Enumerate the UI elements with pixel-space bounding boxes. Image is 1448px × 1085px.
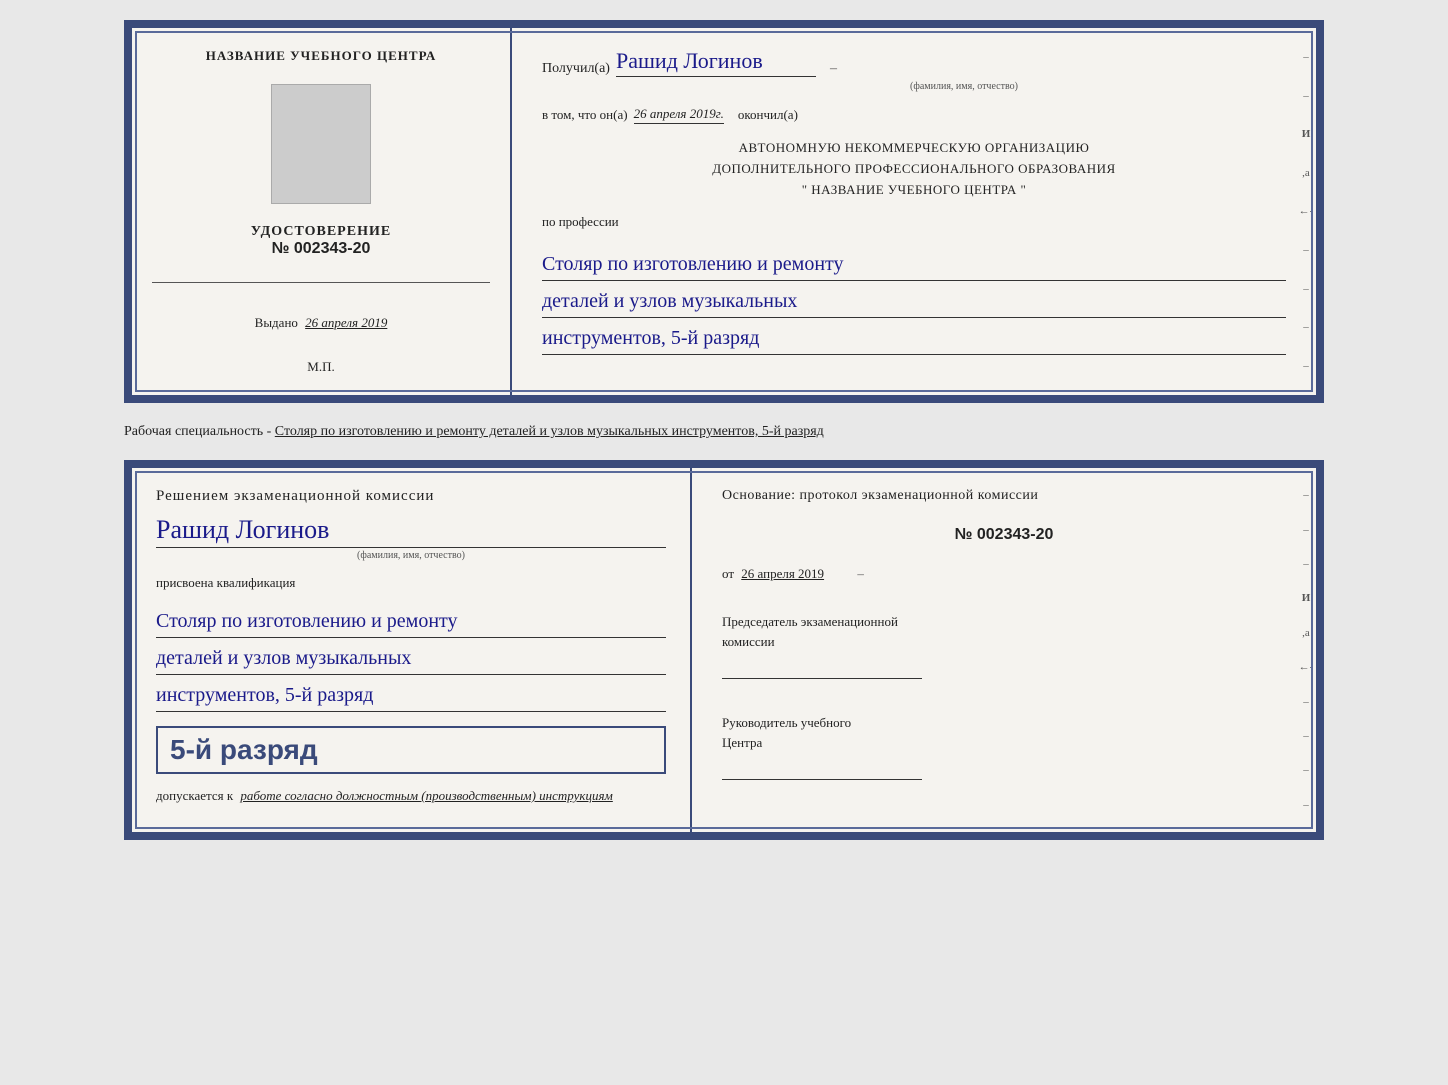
rukovoditel-block: Руководитель учебного Центра xyxy=(722,713,1286,780)
org-block: АВТОНОМНУЮ НЕКОММЕРЧЕСКУЮ ОРГАНИЗАЦИЮ ДО… xyxy=(542,138,1286,200)
rukovoditel-title2: Центра xyxy=(722,733,1286,753)
school-title-left: НАЗВАНИЕ УЧЕБНОГО ЦЕНТРА xyxy=(206,48,437,64)
qualification-lines-bottom: Столяр по изготовлению и ремонту деталей… xyxy=(156,601,666,712)
po-professii-label: по профессии xyxy=(542,214,1286,230)
predsedatel-signature xyxy=(722,655,922,679)
fio-hint-top: (фамилия, имя, отчество) xyxy=(642,81,1286,92)
predsedatel-title1: Председатель экзаменационной xyxy=(722,612,1286,632)
cert-top-right: Получил(а) Рашид Логинов – (фамилия, имя… xyxy=(512,28,1316,395)
cert-bottom-left: Решением экзаменационной комиссии Рашид … xyxy=(132,468,692,832)
mp-line: М.П. xyxy=(307,359,334,375)
vydano-line: Выдано 26 апреля 2019 xyxy=(255,315,388,331)
org-line2: ДОПОЛНИТЕЛЬНОГО ПРОФЕССИОНАЛЬНОГО ОБРАЗО… xyxy=(542,159,1286,180)
vtom-row: в том, что он(а) 26 апреля 2019г. окончи… xyxy=(542,106,1286,124)
udostoverenie-title: УДОСТОВЕРЕНИЕ xyxy=(251,224,391,240)
poluchil-row: Получил(а) Рашид Логинов – xyxy=(542,48,1286,77)
ot-date-value: 26 апреля 2019 xyxy=(741,566,824,581)
ot-label: от xyxy=(722,566,734,581)
ot-date: от 26 апреля 2019 – xyxy=(722,566,1286,582)
qual-line1: Столяр по изготовлению и ремонту xyxy=(156,605,666,638)
bold-rank-text: 5-й разряд xyxy=(170,734,318,765)
protocol-number: № 002343-20 xyxy=(722,526,1286,544)
dopuskaetsya-label: допускается к xyxy=(156,788,233,803)
dopuskaetsya-value: работе согласно должностным (производств… xyxy=(240,788,612,803)
dopuskaetsya-row: допускается к работе согласно должностны… xyxy=(156,788,666,804)
profession-line1: Столяр по изготовлению и ремонту xyxy=(542,248,1286,281)
udostoverenie-number: № 002343-20 xyxy=(251,240,391,258)
fio-hint-bottom: (фамилия, имя, отчество) xyxy=(156,550,666,561)
description-specialty: Столяр по изготовлению и ремонту деталей… xyxy=(275,424,824,439)
description-part1: Рабочая специальность - xyxy=(124,424,275,439)
org-line1: АВТОНОМНУЮ НЕКОММЕРЧЕСКУЮ ОРГАНИЗАЦИЮ xyxy=(542,138,1286,159)
right-dashes-bottom: – – – И ,а ←- – – – – xyxy=(1296,468,1316,832)
bottom-recipient-name: Рашид Логинов xyxy=(156,515,666,548)
org-line3: " НАЗВАНИЕ УЧЕБНОГО ЦЕНТРА " xyxy=(542,180,1286,201)
qual-line2: деталей и узлов музыкальных xyxy=(156,642,666,675)
profession-lines: Столяр по изготовлению и ремонту деталей… xyxy=(542,244,1286,355)
vtom-label: в том, что он(а) xyxy=(542,107,628,123)
bottom-certificate: Решением экзаменационной комиссии Рашид … xyxy=(124,460,1324,840)
osnovanie-text: Основание: протокол экзаменационной коми… xyxy=(722,488,1286,504)
okonchil-label: окончил(а) xyxy=(738,107,798,123)
cert-top-left: НАЗВАНИЕ УЧЕБНОГО ЦЕНТРА УДОСТОВЕРЕНИЕ №… xyxy=(132,28,512,395)
rukovoditel-title1: Руководитель учебного xyxy=(722,713,1286,733)
chairman-block: Председатель экзаменационной комиссии xyxy=(722,612,1286,679)
document-container: НАЗВАНИЕ УЧЕБНОГО ЦЕНТРА УДОСТОВЕРЕНИЕ №… xyxy=(124,20,1324,840)
bold-rank-box: 5-й разряд xyxy=(156,726,666,774)
prisvoena-text: присвоена квалификация xyxy=(156,575,666,591)
predsedatel-title2: комиссии xyxy=(722,632,1286,652)
cert-bottom-right: Основание: протокол экзаменационной коми… xyxy=(692,468,1316,832)
profession-line2: деталей и узлов музыкальных xyxy=(542,285,1286,318)
photo-placeholder xyxy=(271,84,371,204)
profession-line3: инструментов, 5-й разряд xyxy=(542,322,1286,355)
top-certificate: НАЗВАНИЕ УЧЕБНОГО ЦЕНТРА УДОСТОВЕРЕНИЕ №… xyxy=(124,20,1324,403)
resheniem-text: Решением экзаменационной комиссии xyxy=(156,488,666,505)
right-dashes: – – И ,а ←- – – – – xyxy=(1296,28,1316,395)
poluchil-label: Получил(а) xyxy=(542,61,610,77)
recipient-name: Рашид Логинов xyxy=(616,48,816,77)
vydano-date: 26 апреля 2019 xyxy=(305,315,387,330)
rukovoditel-signature xyxy=(722,756,922,780)
description-text: Рабочая специальность - Столяр по изгото… xyxy=(124,415,1324,448)
completion-date: 26 апреля 2019г. xyxy=(634,106,724,124)
name-block-bottom: Рашид Логинов (фамилия, имя, отчество) xyxy=(156,515,666,561)
vydano-label: Выдано xyxy=(255,315,298,330)
qual-line3: инструментов, 5-й разряд xyxy=(156,679,666,712)
